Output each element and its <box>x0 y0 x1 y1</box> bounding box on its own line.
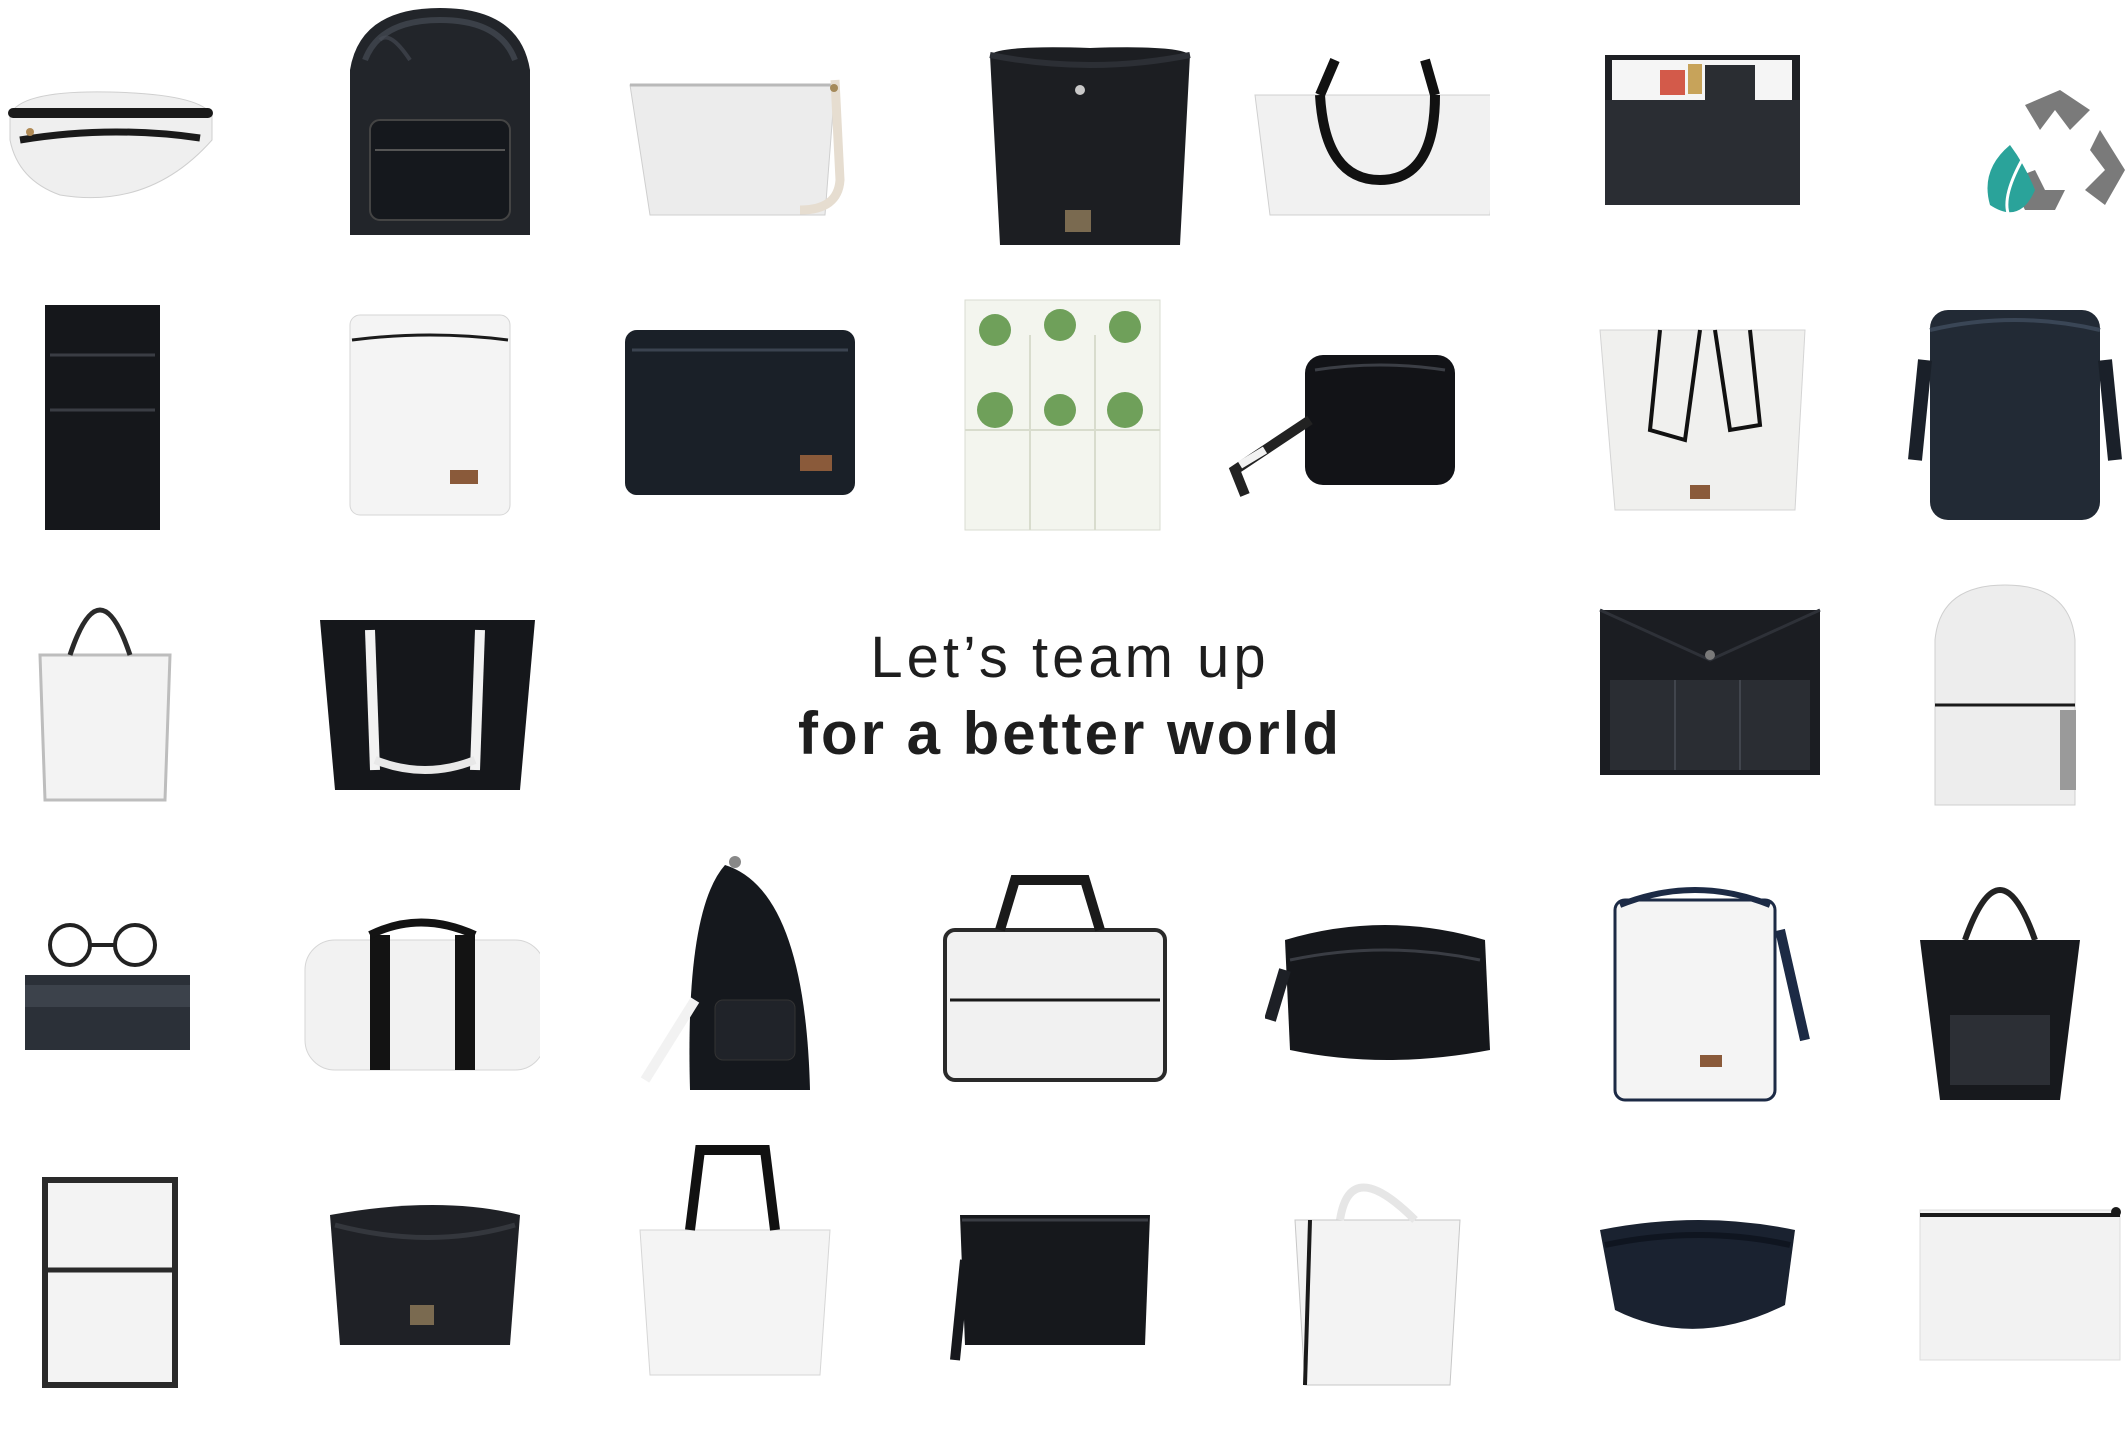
white-lunch-bag-image <box>30 1160 270 1400</box>
black-belt-bag-image <box>1595 1200 1835 1440</box>
black-toiletry-bag-image <box>1265 910 1505 1150</box>
white-laptop-bag-image <box>940 870 1180 1110</box>
white-tall-tote-image <box>20 575 260 815</box>
white-zip-pouch-image <box>1910 1190 2125 1430</box>
black-wristlet-pouch-image <box>950 1200 1190 1440</box>
black-wall-pocket-organizer-image <box>15 290 255 530</box>
recycle-icon <box>1940 50 2125 290</box>
white-laptop-sleeve-image <box>330 300 570 540</box>
headline-line-2: for a better world <box>797 700 1343 767</box>
black-crossbody-bag-image <box>1220 320 1460 560</box>
white-backpack-image <box>1910 580 2125 820</box>
white-shopping-bag-image <box>1290 1155 1530 1395</box>
white-cooler-bag-image <box>1600 870 1840 1110</box>
black-desk-organizer-image <box>1600 40 1840 280</box>
black-tote-with-pocket-image <box>1910 860 2125 1100</box>
white-tote-black-handles-image <box>1250 40 1490 280</box>
black-felt-storage-basket-image <box>320 1195 560 1435</box>
black-laptop-sleeve-image <box>620 310 860 550</box>
headline-line-1: Let’s team up <box>870 625 1270 690</box>
white-fanny-pack-image <box>0 20 240 260</box>
white-shopper-tote-image <box>1590 310 1830 550</box>
black-sling-backpack-image <box>635 850 875 1090</box>
black-glossy-tote-image <box>315 600 555 840</box>
white-duffel-bag-image <box>300 915 540 1155</box>
white-shopping-tote-image <box>630 1140 870 1380</box>
headline: Let’s team up for a better world <box>600 620 1540 772</box>
black-glossy-backpack-image <box>320 0 560 240</box>
black-document-folder-image <box>1590 600 1830 840</box>
white-pouch-with-strap-image <box>620 40 860 280</box>
black-cooler-bag-image <box>1900 290 2125 530</box>
glasses-case-image <box>20 900 260 1140</box>
black-felt-basket-image <box>970 30 1210 270</box>
vertical-garden-planter-image <box>950 295 1190 535</box>
